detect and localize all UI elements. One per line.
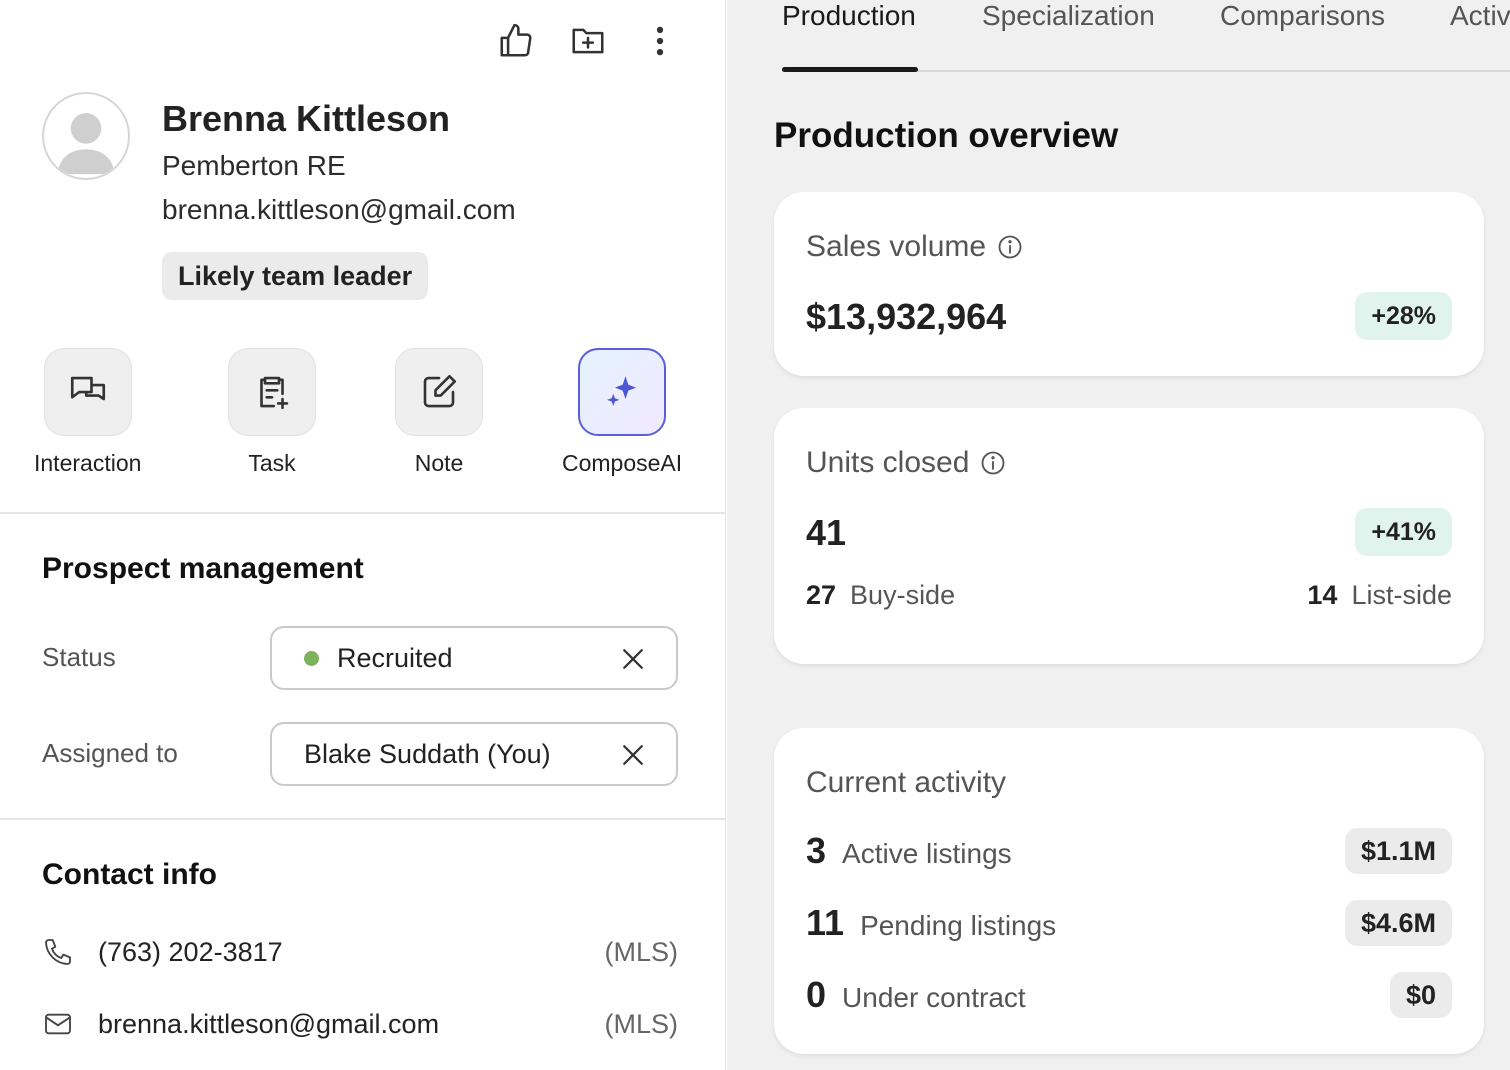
avatar: [42, 92, 130, 180]
email-row[interactable]: brenna.kittleson@gmail.com (MLS): [42, 1004, 678, 1044]
edit-note-icon: [423, 374, 457, 408]
status-dot: [304, 650, 319, 666]
contact-info-title: Contact info: [42, 858, 217, 891]
composeai-action[interactable]: ComposeAI: [562, 348, 682, 477]
phone-row[interactable]: (763) 202-3817 (MLS): [42, 932, 678, 972]
activity-row-pending: 11 Pending listings: [806, 902, 1056, 944]
status-value: Recruited: [337, 642, 453, 673]
buy-side-stat: 27 Buy-side: [806, 580, 955, 611]
prospect-management-title: Prospect management: [42, 552, 364, 585]
task-action-tile: [228, 348, 316, 436]
user-placeholder-icon: [57, 113, 115, 175]
contact-email: brenna.kittleson@gmail.com: [162, 194, 516, 225]
contact-company: Pemberton RE: [162, 150, 346, 181]
clipboard-add-icon: [260, 376, 289, 410]
composeai-action-tile: [578, 348, 667, 436]
interaction-action-tile: [43, 348, 132, 436]
like-button[interactable]: [491, 18, 541, 64]
assigned-to-label: Assigned to: [42, 738, 178, 768]
folder-add-icon: [572, 28, 604, 54]
under-contract-count: 0: [806, 974, 827, 1015]
more-vertical-icon: [656, 26, 664, 56]
chat-bubbles-icon: [70, 376, 105, 401]
composeai-action-label: ComposeAI: [562, 450, 683, 476]
list-side-count: 14: [1307, 580, 1338, 610]
profile-tag: Likely team leader: [162, 252, 429, 300]
tab-comparisons[interactable]: Comparisons: [1220, 0, 1385, 32]
buy-side-label: Buy-side: [850, 580, 956, 610]
status-label: Status: [42, 642, 116, 672]
tab-activity[interactable]: Activ: [1450, 0, 1510, 32]
assigned-to-select[interactable]: Blake Suddath (You): [270, 722, 678, 786]
sales-volume-change-badge: +28%: [1355, 292, 1452, 340]
tab-bar: Production Specialization Comparisons Ac…: [782, 0, 1510, 72]
production-panel: Production Specialization Comparisons Ac…: [727, 0, 1510, 1070]
current-activity-title: Current activity: [806, 766, 1007, 799]
interaction-action[interactable]: Interaction: [34, 348, 141, 477]
phone-value: (763) 202-3817: [98, 936, 283, 967]
info-icon[interactable]: [996, 233, 1024, 261]
buy-side-count: 27: [806, 580, 837, 610]
activity-row-active: 3 Active listings: [806, 830, 1012, 872]
contact-detail-panel: Brenna Kittleson Pemberton RE brenna.kit…: [0, 0, 726, 1070]
task-action-label: Task: [248, 450, 296, 476]
sales-volume-card: Sales volume $13,932,964 +28%: [774, 192, 1484, 376]
mail-icon: [45, 1013, 71, 1035]
current-activity-card: Current activity 3 Active listings $1.1M…: [774, 728, 1484, 1054]
section-divider: [0, 818, 726, 820]
profile-toolbar: [491, 18, 685, 64]
assigned-to-value: Blake Suddath (You): [304, 738, 551, 769]
section-divider: [0, 512, 726, 514]
email-source: (MLS): [604, 1008, 679, 1039]
sparkle-icon: [607, 376, 637, 406]
units-closed-value: 41: [806, 512, 847, 553]
note-action-tile: [395, 348, 483, 436]
active-tab-indicator: [782, 67, 918, 72]
pending-listings-label: Pending listings: [860, 910, 1057, 941]
phone-source: (MLS): [604, 936, 679, 967]
under-contract-value: $0: [1389, 972, 1452, 1018]
list-side-label: List-side: [1351, 580, 1452, 610]
sales-volume-title-row: Sales volume: [806, 230, 1024, 264]
phone-icon: [45, 939, 71, 965]
clear-status-icon[interactable]: [618, 644, 648, 674]
under-contract-label: Under contract: [842, 982, 1026, 1013]
units-closed-title-row: Units closed: [806, 446, 1007, 480]
sales-volume-value: $13,932,964: [806, 296, 1007, 337]
units-closed-card: Units closed 41 +41% 27 Buy-side 14 List-s…: [774, 408, 1484, 664]
active-listings-label: Active listings: [842, 838, 1012, 869]
list-side-stat: 14 List-side: [1307, 580, 1452, 611]
add-to-folder-button[interactable]: [563, 18, 613, 64]
active-listings-count: 3: [806, 830, 827, 871]
task-action[interactable]: Task: [228, 348, 316, 477]
quick-actions: Interaction Task Note ComposeAI: [0, 348, 726, 488]
sales-volume-title: Sales volume: [806, 230, 987, 263]
pending-listings-count: 11: [806, 902, 845, 943]
activity-row-under-contract: 0 Under contract: [806, 974, 1026, 1016]
note-action-label: Note: [414, 450, 464, 476]
status-select[interactable]: Recruited: [270, 626, 678, 690]
units-closed-change-badge: +41%: [1355, 508, 1452, 556]
production-overview-title: Production overview: [774, 116, 1119, 155]
active-listings-value: $1.1M: [1344, 828, 1452, 874]
pending-listings-value: $4.6M: [1344, 900, 1452, 946]
interaction-action-label: Interaction: [34, 450, 142, 476]
email-value: brenna.kittleson@gmail.com: [98, 1008, 440, 1039]
clear-assigned-icon[interactable]: [618, 740, 648, 770]
contact-name: Brenna Kittleson: [162, 98, 451, 139]
note-action[interactable]: Note: [395, 348, 483, 477]
info-icon[interactable]: [979, 449, 1007, 477]
tab-production[interactable]: Production: [782, 0, 916, 32]
more-options-button[interactable]: [635, 18, 685, 64]
thumbs-up-icon: [500, 23, 532, 57]
units-closed-title: Units closed: [806, 446, 970, 479]
tab-specialization[interactable]: Specialization: [982, 0, 1155, 32]
